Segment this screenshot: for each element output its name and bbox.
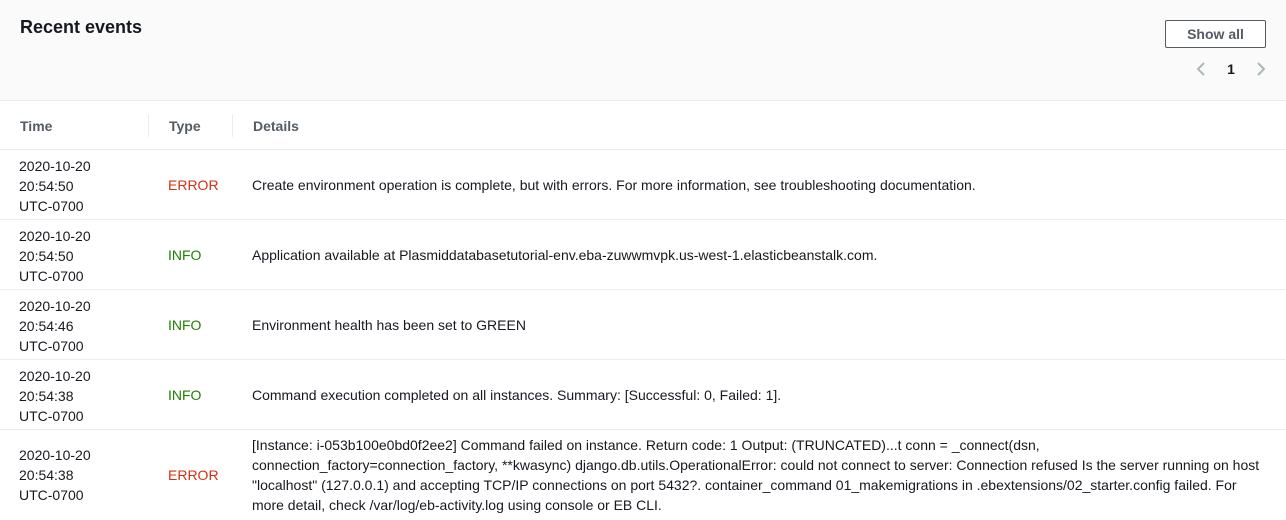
event-time: 20:54:38 [19,467,74,483]
event-timezone: UTC-0700 [19,268,84,284]
table-body: 2020-10-20 20:54:50 UTC-0700 ERROR Creat… [0,150,1286,520]
column-divider[interactable] [232,114,233,137]
event-time: 20:54:46 [19,318,74,334]
panel-header: Recent events Show all 1 [0,0,1286,101]
details-cell: Application available at Plasmiddatabase… [252,246,878,263]
type-badge-error: ERROR [168,467,219,483]
time-cell: 2020-10-20 20:54:38 UTC-0700 [19,366,91,426]
time-cell: 2020-10-20 20:54:50 UTC-0700 [19,226,91,286]
event-time: 20:54:38 [19,388,74,404]
table-row: 2020-10-20 20:54:38 UTC-0700 ERROR [Inst… [0,430,1286,520]
table-header: Time Type Details [0,101,1286,150]
type-badge-info: INFO [168,316,202,333]
event-time: 20:54:50 [19,248,74,264]
event-date: 2020-10-20 [19,368,91,384]
time-cell: 2020-10-20 20:54:38 UTC-0700 [19,445,91,505]
recent-events-panel: Recent events Show all 1 Time Type Detai… [0,0,1286,520]
column-header-details[interactable]: Details [253,101,299,150]
panel-title: Recent events [20,17,143,37]
event-date: 2020-10-20 [19,447,91,463]
details-cell: Command execution completed on all insta… [252,386,782,403]
pagination: 1 [1190,58,1272,80]
table-row: 2020-10-20 20:54:50 UTC-0700 ERROR Creat… [0,150,1286,220]
table-row: 2020-10-20 20:54:38 UTC-0700 INFO Comman… [0,360,1286,430]
event-date: 2020-10-20 [19,298,91,314]
event-date: 2020-10-20 [19,158,91,174]
table-row: 2020-10-20 20:54:46 UTC-0700 INFO Enviro… [0,290,1286,360]
event-timezone: UTC-0700 [19,198,84,214]
type-badge-info: INFO [168,386,202,403]
details-cell: [Instance: i-053b100e0bd0f2ee2] Command … [252,437,1260,513]
event-timezone: UTC-0700 [19,408,84,424]
type-badge-info: INFO [168,246,202,263]
page-number[interactable]: 1 [1212,61,1250,77]
column-divider[interactable] [148,114,149,137]
time-cell: 2020-10-20 20:54:46 UTC-0700 [19,296,91,356]
column-header-time[interactable]: Time [20,101,52,150]
event-timezone: UTC-0700 [19,487,84,503]
time-cell: 2020-10-20 20:54:50 UTC-0700 [19,156,91,216]
event-date: 2020-10-20 [19,228,91,244]
chevron-left-icon[interactable] [1190,58,1212,80]
type-badge-error: ERROR [168,176,219,193]
details-cell: Environment health has been set to GREEN [252,316,526,333]
show-all-button[interactable]: Show all [1165,20,1266,48]
event-timezone: UTC-0700 [19,338,84,354]
chevron-right-icon[interactable] [1250,58,1272,80]
event-time: 20:54:50 [19,178,74,194]
column-header-type[interactable]: Type [169,101,201,150]
details-cell: Create environment operation is complete… [252,176,976,193]
table-row: 2020-10-20 20:54:50 UTC-0700 INFO Applic… [0,220,1286,290]
